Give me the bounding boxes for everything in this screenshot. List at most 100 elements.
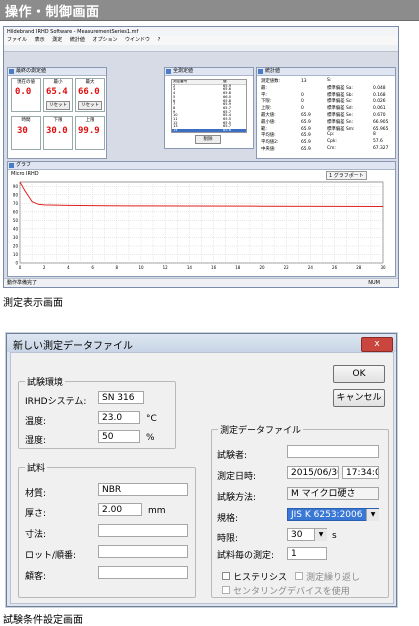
stats-row: 平均値: 65.9 — [261, 132, 311, 138]
x-tick-label: 10 — [138, 265, 144, 270]
stats-value: 65.9 — [301, 119, 311, 125]
customer-field[interactable] — [98, 566, 188, 579]
thickness-field[interactable]: 2.00 — [98, 503, 142, 516]
x-tick-label: 24 — [308, 265, 314, 270]
toolbar — [4, 45, 398, 52]
stats-value: 65.9 — [301, 113, 311, 118]
y-tick-label: 70 — [13, 201, 19, 206]
menu-view[interactable]: 表示 — [35, 37, 45, 43]
stats-label: 測定値数: — [261, 79, 281, 84]
stats-label: Cm: — [327, 146, 336, 151]
graph-title: グラフ — [8, 162, 395, 170]
menu-options[interactable]: オプション — [92, 37, 117, 43]
stats-value: 8 — [373, 132, 376, 138]
reset-min-button[interactable]: リセット — [46, 101, 70, 110]
chevron-down-icon[interactable]: ▼ — [366, 509, 379, 521]
all-values-title: 全測定値 — [165, 68, 253, 76]
timelimit-unit: s — [332, 531, 337, 541]
stats-label: 上限: — [261, 106, 272, 112]
datetime-label: 測定日時: — [217, 472, 257, 482]
y-tick-label: 40 — [13, 226, 19, 231]
system-field[interactable]: SN 316 — [98, 391, 144, 404]
lot-field[interactable] — [98, 545, 188, 558]
dimension-field[interactable] — [98, 524, 188, 537]
delete-button[interactable]: 削除 — [195, 135, 221, 144]
temp-label: 温度: — [25, 417, 47, 427]
temp-unit: °C — [146, 414, 157, 424]
centering-label: センタリングデバイスを使用 — [233, 587, 350, 597]
menu-help[interactable]: ? — [158, 37, 161, 43]
tile-max-value: 66.0 — [78, 87, 100, 97]
chevron-down-icon[interactable]: ▼ — [314, 529, 327, 541]
tester-field[interactable] — [287, 445, 379, 458]
count-field[interactable]: 1 — [287, 547, 327, 560]
values-list[interactable]: 測定番号値 2 65.9 3 65.6 4 65.8 5 66.0 6 65.8 7 65.9 8 65.7… — [171, 79, 247, 133]
method-label: 試験方法: — [217, 493, 257, 503]
window-icon — [9, 163, 14, 168]
tile-lower-value: 30.0 — [46, 126, 68, 136]
thickness-unit: mm — [148, 506, 166, 516]
close-button[interactable]: x — [361, 337, 393, 352]
y-tick-label: 50 — [13, 218, 19, 223]
y-tick-label: 20 — [13, 243, 19, 248]
stats-label: 標準偏差 Sm: — [327, 126, 355, 132]
time-field[interactable]: 17:34:00 — [342, 466, 379, 479]
header-number: 測定番号 — [173, 79, 188, 83]
menu-window[interactable]: ウインドウ — [125, 37, 150, 43]
centering-checkbox[interactable] — [222, 586, 230, 594]
list-item[interactable]: 14 65.6 — [172, 128, 246, 132]
x-tick-label: 14 — [187, 265, 193, 270]
menu-file[interactable]: ファイル — [7, 37, 27, 43]
tile-min: 最小 65.4 リセット — [43, 78, 73, 112]
customer-label: 顧客: — [25, 572, 47, 582]
stats-row: Cpk: 57.6 — [327, 139, 383, 144]
x-tick-label: 8 — [116, 265, 119, 270]
stats-value: 0 — [301, 99, 304, 105]
tile-current-label: 現在の値 — [17, 80, 35, 85]
stats-value: 65.9 — [301, 140, 311, 146]
stats-label: Cpk: — [327, 139, 337, 145]
stats-row: 標準偏差 Sn: 66.905 — [327, 119, 388, 125]
stats-value: 0 — [301, 92, 304, 98]
stats-label: 標準偏差 Sn: — [327, 119, 354, 125]
section-banner: 操作・制御画面 — [0, 0, 419, 21]
sample-legend: 試料 — [27, 464, 46, 474]
stats-value: 0.026 — [373, 99, 386, 105]
date-field[interactable]: 2015/06/30 — [287, 466, 339, 479]
repeat-checkbox[interactable] — [295, 572, 303, 580]
method-field[interactable]: M マイクロ硬さ — [287, 487, 379, 500]
stats-label: 平: — [261, 92, 267, 98]
reset-max-button[interactable]: リセット — [78, 101, 102, 110]
material-field[interactable]: NBR — [98, 483, 188, 496]
tile-upper-value: 99.9 — [78, 126, 100, 136]
tile-time: 時間 30 — [11, 116, 41, 150]
menu-bar: ファイル 表示 測定 統計値 オプション ウインドウ ? — [4, 36, 398, 45]
x-tick-label: 18 — [235, 265, 241, 270]
tile-min-value: 65.4 — [46, 87, 68, 97]
dialog-title: 新しい測定データファイル — [13, 341, 133, 352]
x-tick-label: 28 — [356, 265, 362, 270]
tile-max-label: 最大 — [85, 80, 95, 85]
count-label: 試料毎の測定: — [217, 551, 275, 561]
stats-row: 標準偏差 Se: 0.670 — [327, 112, 386, 118]
y-tick-label: 10 — [13, 252, 19, 257]
temp-field[interactable]: 23.0 — [98, 411, 140, 424]
window-icon — [166, 69, 171, 74]
stats-row: 平均値2: 65.9 — [261, 139, 311, 145]
ok-button[interactable]: OK — [333, 365, 385, 383]
humidity-unit: % — [146, 433, 155, 443]
stats-label: 標準偏差 Sb: — [327, 92, 354, 98]
menu-measure[interactable]: 測定 — [52, 37, 62, 43]
timelimit-label: 時限: — [217, 534, 239, 544]
menu-stats[interactable]: 統計値 — [70, 37, 85, 43]
hysteresis-checkbox[interactable] — [222, 572, 230, 580]
cancel-button[interactable]: キャンセル — [333, 389, 385, 407]
humidity-field[interactable]: 50 — [98, 430, 140, 443]
stats-label: 標準偏差 Se: — [327, 113, 353, 118]
dialog-titlebar: 新しい測定データファイル x — [7, 334, 396, 352]
new-file-dialog: 新しい測定データファイル x OK キャンセル 試験環境 IRHDシステム: S… — [6, 333, 397, 607]
stats-label: 最大値: — [261, 113, 276, 118]
tester-label: 試験者: — [217, 451, 248, 461]
stats-value: 57.6 — [373, 139, 383, 145]
system-label: IRHDシステム: — [25, 397, 87, 407]
